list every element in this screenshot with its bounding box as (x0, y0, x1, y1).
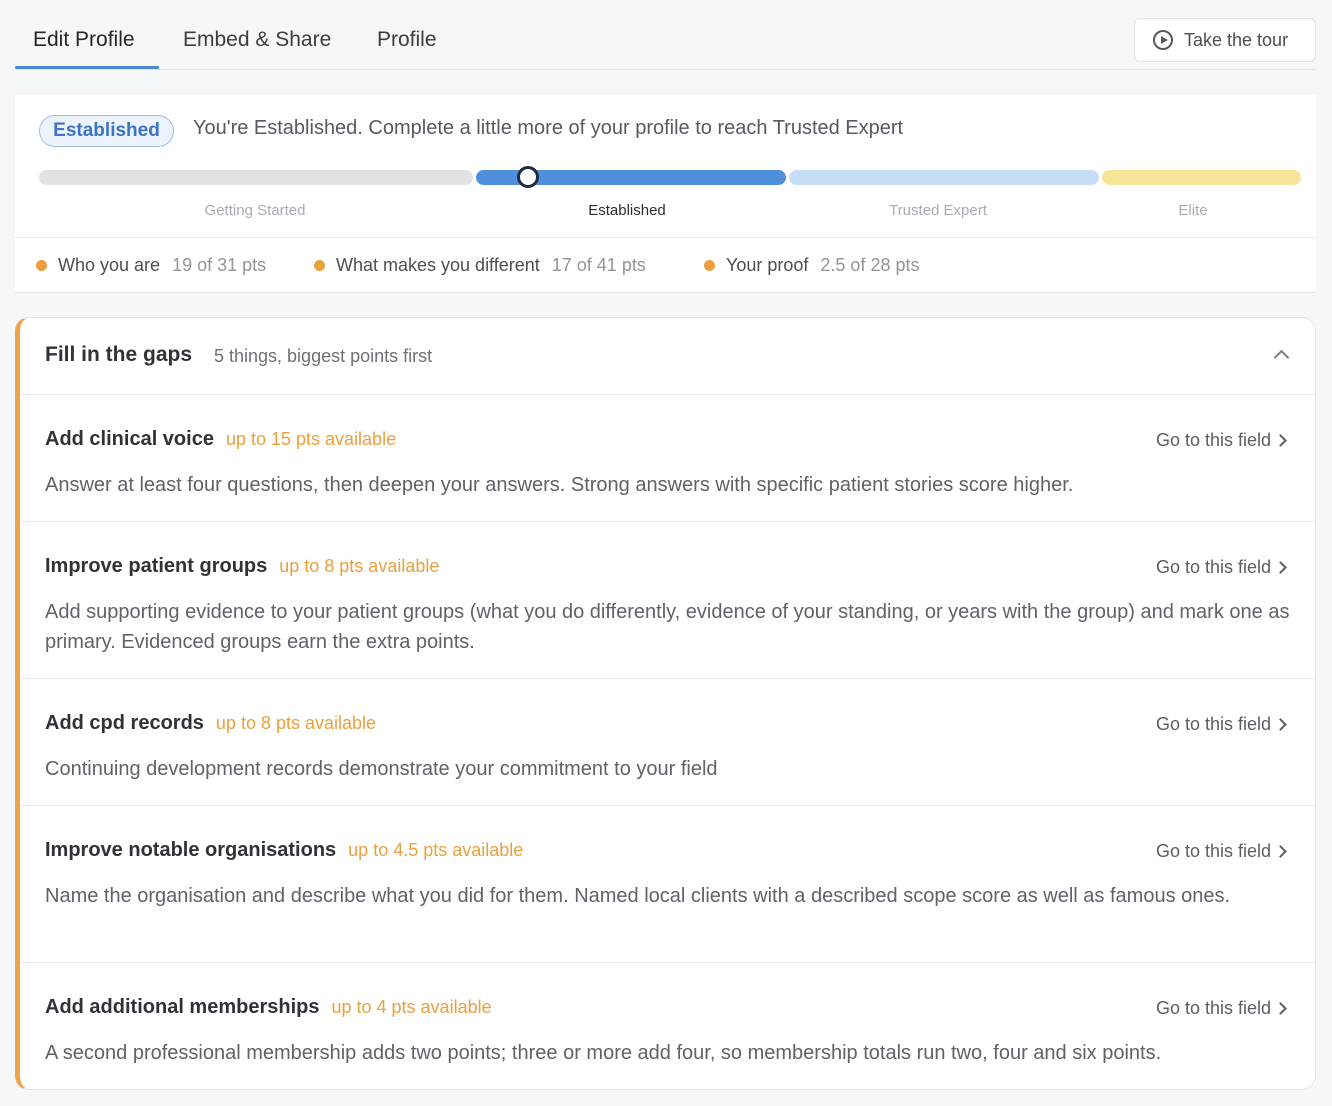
divider (15, 237, 1316, 238)
stage-label-established: Established (588, 202, 666, 219)
gap-item-points: up to 8 pts available (279, 556, 440, 576)
stage-bar-trusted-expert (789, 170, 1099, 185)
chevron-right-icon[interactable] (1274, 1002, 1287, 1015)
gap-item: Improve notable organisations up to 4.5 … (20, 806, 1315, 963)
go-to-field-link[interactable]: Go to this field (1156, 430, 1271, 451)
category-points: 19 of 31 pts (172, 255, 267, 275)
stage-bar-getting-started (39, 170, 473, 185)
category-who-you-are: Who you are 19 of 31 pts (36, 255, 266, 276)
profile-level-card: Established You're Established. Complete… (15, 95, 1316, 293)
play-circle-icon (1153, 30, 1173, 50)
level-badge: Established (39, 115, 174, 147)
chevron-right-icon[interactable] (1274, 434, 1287, 447)
gap-item-title: Add cpd records (45, 712, 204, 734)
gap-item-points: up to 4.5 pts available (348, 840, 524, 860)
gaps-subtitle: 5 things, biggest points first (214, 346, 433, 366)
gap-item-points: up to 8 pts available (215, 713, 377, 733)
gap-item: Add additional memberships up to 4 pts a… (20, 963, 1315, 1089)
gap-item: Add clinical voice up to 15 pts availabl… (20, 395, 1315, 522)
gap-item-description: Answer at least four questions, then dee… (45, 474, 1074, 496)
gap-item: Improve patient groups up to 8 pts avail… (20, 522, 1315, 679)
chevron-right-icon[interactable] (1274, 718, 1287, 731)
category-name: Your proof (726, 255, 809, 275)
chevron-right-icon[interactable] (1274, 845, 1287, 858)
gap-item: Add cpd records up to 8 pts available Go… (20, 679, 1315, 806)
gap-item-points: up to 4 pts available (331, 997, 492, 1017)
go-to-field-link[interactable]: Go to this field (1156, 841, 1271, 862)
chevron-right-icon[interactable] (1274, 561, 1287, 574)
gap-item-description: Add supporting evidence to your patient … (45, 601, 1290, 653)
gap-item-title: Improve patient groups (45, 555, 268, 577)
tab-embed-share[interactable]: Embed & Share (183, 28, 331, 70)
stage-label-getting-started: Getting Started (204, 202, 306, 219)
active-tab-indicator (15, 66, 159, 69)
current-progress-marker (517, 166, 539, 188)
go-to-field-link[interactable]: Go to this field (1156, 998, 1271, 1019)
category-what-makes-you-different: What makes you different 17 of 41 pts (314, 255, 646, 276)
chevron-up-icon[interactable] (1273, 349, 1290, 366)
level-message: You're Established. Complete a little mo… (193, 117, 904, 139)
fill-in-the-gaps-panel: Fill in the gaps 5 things, biggest point… (15, 317, 1316, 1090)
category-points: 2.5 of 28 pts (820, 255, 920, 275)
take-the-tour-button[interactable]: Take the tour (1134, 18, 1316, 62)
status-dot-icon (704, 260, 715, 271)
gaps-panel-header[interactable]: Fill in the gaps 5 things, biggest point… (20, 318, 1315, 395)
category-name: Who you are (58, 255, 161, 275)
tab-edit-profile[interactable]: Edit Profile (33, 28, 135, 70)
gap-item-description: A second professional membership adds tw… (45, 1042, 1162, 1064)
gap-item-title: Improve notable organisations (45, 839, 337, 861)
category-points: 17 of 41 pts (551, 255, 646, 275)
divider (15, 292, 1316, 293)
go-to-field-link[interactable]: Go to this field (1156, 557, 1271, 578)
status-dot-icon (36, 260, 47, 271)
gap-item-points: up to 15 pts available (225, 429, 397, 449)
category-name: What makes you different (336, 255, 540, 275)
gap-item-title: Add additional memberships (45, 996, 320, 1018)
category-your-proof: Your proof 2.5 of 28 pts (704, 255, 919, 276)
gap-item-description: Name the organisation and describe what … (45, 885, 1231, 907)
tab-profile[interactable]: Profile (377, 28, 437, 70)
top-tab-bar: Edit Profile Embed & Share Profile Take … (15, 0, 1316, 70)
status-dot-icon (314, 260, 325, 271)
stage-bar-elite (1102, 170, 1301, 185)
stage-label-elite: Elite (1178, 202, 1208, 219)
go-to-field-link[interactable]: Go to this field (1156, 714, 1271, 735)
gap-item-title: Add clinical voice (45, 428, 214, 450)
gap-item-description: Continuing development records demonstra… (45, 758, 718, 780)
stage-label-trusted-expert: Trusted Expert (889, 202, 987, 219)
take-the-tour-label: Take the tour (1184, 29, 1289, 50)
gaps-title: Fill in the gaps (45, 343, 193, 366)
